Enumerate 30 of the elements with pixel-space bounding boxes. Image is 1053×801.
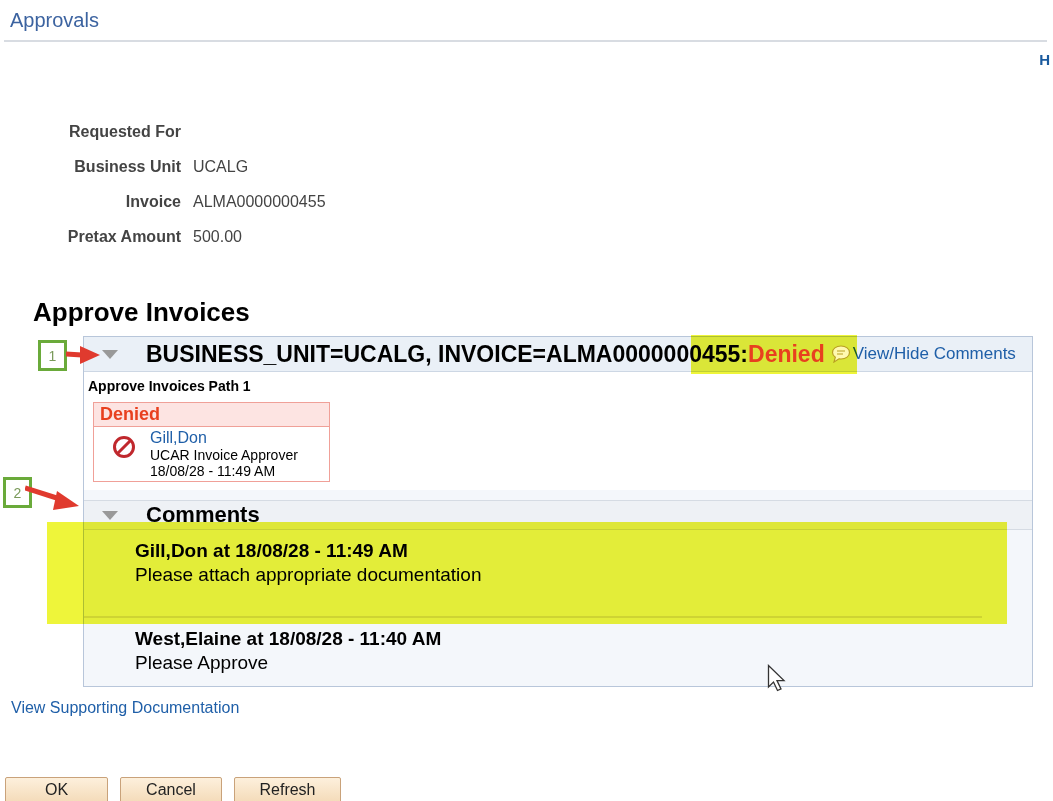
field-label: Invoice xyxy=(124,193,181,212)
field-label: Business Unit xyxy=(73,158,181,177)
action-button[interactable]: Refresh xyxy=(234,777,341,801)
field-label: Pretax Amount xyxy=(66,228,181,247)
path-title: Approve Invoices Path 1 xyxy=(88,378,252,394)
comment-author: Gill,Don at 18/08/28 - 11:49 AM xyxy=(135,540,409,562)
approver-link[interactable]: Gill,Don xyxy=(150,429,298,447)
action-button[interactable]: OK xyxy=(5,777,108,801)
comment-text: Please Approve xyxy=(135,652,270,675)
approver-role: UCAR Invoice Approver xyxy=(150,447,298,463)
step-status: Denied xyxy=(94,403,329,427)
speech-bubble-icon xyxy=(830,345,851,363)
approval-status: Denied xyxy=(748,340,825,368)
supporting-documentation-link[interactable]: View Supporting Documentation xyxy=(11,699,240,717)
callout-number: 1 xyxy=(38,340,67,371)
field-label: Requested For xyxy=(68,123,181,142)
field-value: ALMA0000000455 xyxy=(193,193,327,212)
comment-author: West,Elaine at 18/08/28 - 11:40 AM xyxy=(135,628,443,650)
field-value: UCALG xyxy=(193,158,250,177)
field-value: 500.00 xyxy=(193,228,243,247)
action-button[interactable]: Cancel xyxy=(120,777,222,801)
comments-title: Comments xyxy=(146,502,260,528)
comment-text: Please attach appropriate documentation xyxy=(135,564,483,587)
prohibited-icon xyxy=(112,435,136,459)
arrow-icon xyxy=(25,484,79,511)
section-title: Approve Invoices xyxy=(33,297,251,328)
help-link[interactable]: H xyxy=(1039,51,1050,68)
callout-number: 2 xyxy=(3,477,32,508)
approval-time: 18/08/28 - 11:49 AM xyxy=(150,463,277,479)
page-title: Approvals xyxy=(10,8,99,32)
